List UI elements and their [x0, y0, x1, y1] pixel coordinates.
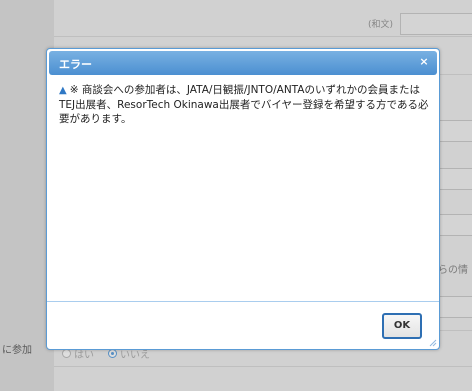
- resize-grip-icon[interactable]: [429, 339, 437, 347]
- ok-button[interactable]: OK: [382, 313, 422, 339]
- dialog-button-pane-divider: [47, 301, 439, 302]
- error-message-text: ※ 商談会への参加者は、JATA/日観振/JNTO/ANTAのいずれかの会員また…: [59, 84, 429, 125]
- dialog-title: エラー: [59, 58, 92, 71]
- alert-icon: ▲: [59, 85, 67, 96]
- close-icon[interactable]: ×: [417, 55, 431, 69]
- error-dialog: エラー × ▲ ※ 商談会への参加者は、JATA/日観振/JNTO/ANTAのいず…: [46, 48, 440, 350]
- dialog-titlebar[interactable]: エラー ×: [49, 51, 437, 75]
- error-message: ▲ ※ 商談会への参加者は、JATA/日観振/JNTO/ANTAのいずれかの会員ま…: [59, 83, 429, 126]
